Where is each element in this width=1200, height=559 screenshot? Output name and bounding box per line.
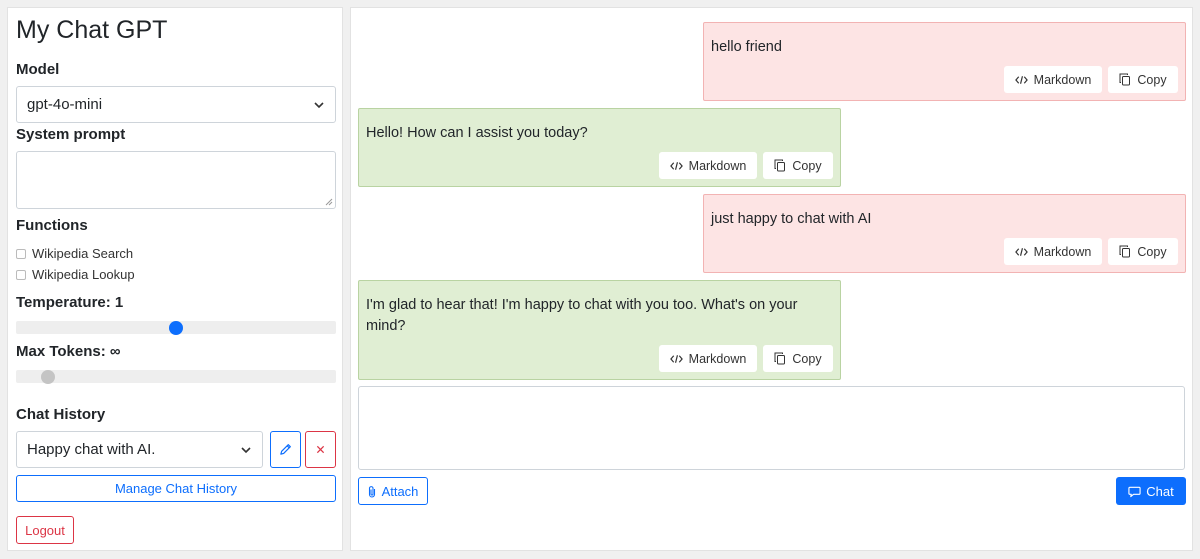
copy-icon	[1119, 73, 1131, 86]
markdown-button[interactable]: Markdown	[659, 345, 757, 372]
chevron-down-icon	[314, 101, 324, 108]
chat-input[interactable]	[358, 386, 1185, 470]
edit-history-button[interactable]	[270, 431, 301, 468]
model-select[interactable]: gpt-4o-mini	[16, 86, 336, 123]
attach-label: Attach	[381, 483, 419, 499]
copy-label: Copy	[1137, 72, 1167, 87]
code-icon	[1014, 247, 1028, 256]
markdown-button[interactable]: Markdown	[659, 152, 757, 179]
chat-history-label: Chat History	[16, 406, 106, 423]
model-select-value: gpt-4o-mini	[27, 96, 103, 113]
message-assistant: Hello! How can I assist you today? Markd…	[358, 108, 841, 187]
pencil-icon	[280, 444, 291, 455]
message-assistant: I'm glad to hear that! I'm happy to chat…	[358, 280, 841, 380]
markdown-label: Markdown	[1033, 244, 1092, 259]
message-user: hello friend Markdown Copy	[703, 22, 1186, 101]
copy-icon	[774, 352, 786, 365]
logout-button[interactable]: Logout	[16, 516, 74, 544]
resize-grip-icon[interactable]	[325, 198, 333, 206]
code-icon	[669, 354, 683, 363]
message-user: just happy to chat with AI Markdown Copy	[703, 194, 1186, 273]
x-icon	[316, 445, 325, 454]
chat-history-value: Happy chat with AI.	[27, 441, 156, 458]
chat-bubble-icon	[1128, 486, 1141, 497]
temperature-label: Temperature: 1	[16, 294, 124, 311]
message-text: Hello! How can I assist you today?	[366, 125, 588, 141]
markdown-button[interactable]: Markdown	[1004, 238, 1102, 265]
temperature-slider-thumb[interactable]	[169, 320, 183, 335]
code-icon	[669, 161, 683, 170]
chevron-down-icon	[241, 446, 251, 453]
functions-label: Functions	[16, 217, 88, 234]
copy-label: Copy	[792, 351, 822, 366]
markdown-label: Markdown	[1033, 72, 1092, 87]
chat-label: Chat	[1146, 483, 1174, 499]
copy-button[interactable]: Copy	[763, 345, 833, 372]
app-title: My Chat GPT	[16, 16, 168, 44]
max-tokens-label: Max Tokens: ∞	[16, 343, 121, 360]
markdown-label: Markdown	[688, 158, 747, 173]
model-label: Model	[16, 61, 60, 78]
delete-history-button[interactable]	[305, 431, 336, 468]
system-prompt-input[interactable]	[16, 151, 336, 209]
chat-send-button[interactable]: Chat	[1116, 477, 1186, 505]
sidebar: My Chat GPT Model gpt-4o-mini System pro…	[7, 7, 343, 551]
message-text: I'm glad to hear that! I'm happy to chat…	[366, 297, 798, 334]
message-text: just happy to chat with AI	[711, 211, 872, 227]
markdown-button[interactable]: Markdown	[1004, 66, 1102, 93]
max-tokens-slider[interactable]	[16, 369, 336, 384]
checkbox[interactable]	[16, 248, 26, 259]
copy-button[interactable]: Copy	[1108, 238, 1178, 265]
checkbox[interactable]	[16, 269, 26, 280]
paperclip-icon	[368, 485, 375, 498]
system-prompt-label: System prompt	[16, 126, 126, 143]
function-label: Wikipedia Search	[32, 246, 134, 261]
copy-label: Copy	[792, 158, 822, 173]
copy-icon	[1119, 245, 1131, 258]
function-label: Wikipedia Lookup	[32, 267, 135, 282]
attach-button[interactable]: Attach	[358, 477, 428, 505]
markdown-label: Markdown	[688, 351, 747, 366]
manage-chat-history-button[interactable]: Manage Chat History	[16, 475, 336, 502]
chat-history-select[interactable]: Happy chat with AI.	[16, 431, 263, 468]
code-icon	[1014, 75, 1028, 84]
function-wikipedia-search[interactable]: Wikipedia Search	[16, 246, 133, 261]
copy-button[interactable]: Copy	[763, 152, 833, 179]
chat-panel: hello friend Markdown Copy Hello! How ca…	[350, 7, 1193, 551]
function-wikipedia-lookup[interactable]: Wikipedia Lookup	[16, 267, 135, 282]
copy-label: Copy	[1137, 244, 1167, 259]
message-text: hello friend	[711, 39, 782, 55]
temperature-slider[interactable]	[16, 320, 336, 335]
copy-button[interactable]: Copy	[1108, 66, 1178, 93]
max-tokens-slider-thumb[interactable]	[41, 369, 55, 384]
copy-icon	[774, 159, 786, 172]
